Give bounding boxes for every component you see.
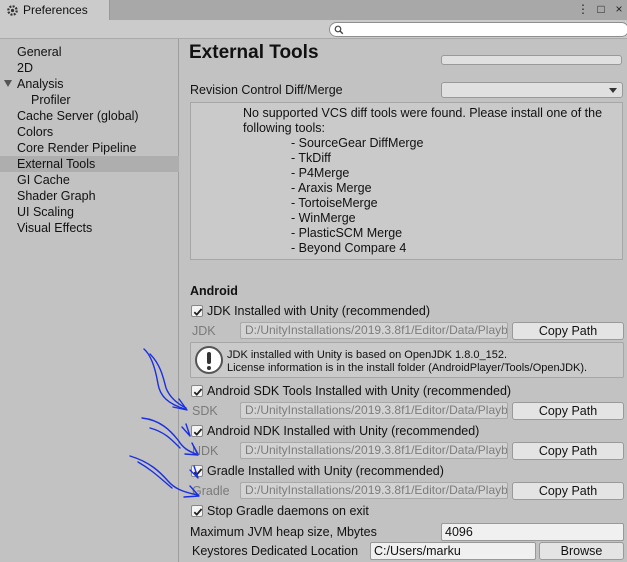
vcs-message-line: following tools: <box>243 121 325 135</box>
window-controls: ⋮ □ × <box>577 2 625 16</box>
ndk-checkbox-label: Android NDK Installed with Unity (recomm… <box>207 424 480 438</box>
vcs-tool-item: - P4Merge <box>291 166 350 180</box>
gradle-label: Gradle <box>192 484 230 498</box>
close-icon[interactable]: × <box>613 2 625 16</box>
jdk-path-field[interactable]: D:/UnityInstallations/2019.3.8f1/Editor/… <box>240 322 508 339</box>
chevron-down-icon <box>609 88 617 93</box>
checkmark-icon <box>193 308 203 316</box>
keystore-location-input[interactable]: C:/Users/marku <box>370 542 536 560</box>
sidebar-item-colors[interactable]: Colors <box>0 124 179 140</box>
gradle-checkbox-label: Gradle Installed with Unity (recommended… <box>207 464 444 478</box>
jdk-info-box: JDK installed with Unity is based on Ope… <box>190 342 624 378</box>
ndk-label: NDK <box>192 444 219 458</box>
vcs-message-line: No supported VCS diff tools were found. … <box>243 106 603 120</box>
jdk-label: JDK <box>192 324 216 338</box>
revision-control-dropdown[interactable] <box>441 82 623 98</box>
android-section-header: Android <box>190 284 238 298</box>
gradle-copy-path-button[interactable]: Copy Path <box>512 482 624 500</box>
sidebar-item-core-render-pipeline[interactable]: Core Render Pipeline <box>0 140 179 156</box>
sidebar-item-analysis[interactable]: Analysis <box>0 76 179 92</box>
tab-title: Preferences <box>23 3 88 17</box>
heap-size-input[interactable]: 4096 <box>441 523 624 541</box>
sidebar-item-visual-effects[interactable]: Visual Effects <box>0 220 179 236</box>
sdk-copy-path-button[interactable]: Copy Path <box>512 402 624 420</box>
expand-triangle-icon[interactable] <box>4 80 12 87</box>
gradle-path-field[interactable]: D:/UnityInstallations/2019.3.8f1/Editor/… <box>240 482 508 499</box>
heap-size-label: Maximum JVM heap size, Mbytes <box>190 525 377 539</box>
preferences-tab[interactable]: Preferences <box>0 0 110 20</box>
keystore-location-label: Keystores Dedicated Location <box>192 544 359 558</box>
more-options-icon[interactable]: ⋮ <box>577 2 589 16</box>
stop-gradle-label: Stop Gradle daemons on exit <box>207 504 369 518</box>
sidebar-item-cache-server[interactable]: Cache Server (global) <box>0 108 179 124</box>
sidebar-item-gi-cache[interactable]: GI Cache <box>0 172 179 188</box>
jdk-checkbox[interactable] <box>191 305 203 317</box>
main-panel: External Tools Revision Control Diff/Mer… <box>180 39 627 562</box>
search-strip <box>0 20 627 39</box>
vcs-tool-item: - Beyond Compare 4 <box>291 241 407 255</box>
jdk-copy-path-button[interactable]: Copy Path <box>512 322 624 340</box>
revision-control-label: Revision Control Diff/Merge <box>190 83 343 97</box>
sidebar: General 2D Analysis Profiler Cache Serve… <box>0 39 179 562</box>
ndk-copy-path-button[interactable]: Copy Path <box>512 442 624 460</box>
vcs-tool-item: - TkDiff <box>291 151 331 165</box>
sidebar-item-profiler[interactable]: Profiler <box>0 92 179 108</box>
keystore-browse-button[interactable]: Browse <box>539 542 624 560</box>
sidebar-item-ui-scaling[interactable]: UI Scaling <box>0 204 179 220</box>
search-icon <box>334 25 344 35</box>
vcs-message-box: No supported VCS diff tools were found. … <box>190 102 623 260</box>
info-line: License information is in the install fo… <box>227 362 588 374</box>
sidebar-item-general[interactable]: General <box>0 44 179 60</box>
checkmark-icon <box>193 428 203 436</box>
stop-gradle-checkbox[interactable] <box>191 505 203 517</box>
jdk-checkbox-label: JDK Installed with Unity (recommended) <box>207 304 430 318</box>
page-title: External Tools <box>189 42 319 63</box>
info-line: JDK installed with Unity is based on Ope… <box>227 349 508 361</box>
warning-icon <box>195 346 223 374</box>
sdk-checkbox-label: Android SDK Tools Installed with Unity (… <box>207 384 512 398</box>
title-bar: Preferences ⋮ □ × <box>0 0 627 20</box>
sidebar-item-shader-graph[interactable]: Shader Graph <box>0 188 179 204</box>
vcs-tool-item: - TortoiseMerge <box>291 196 378 210</box>
maximize-icon[interactable]: □ <box>595 2 607 16</box>
ndk-checkbox[interactable] <box>191 425 203 437</box>
ndk-path-field[interactable]: D:/UnityInstallations/2019.3.8f1/Editor/… <box>240 442 508 459</box>
gradle-checkbox[interactable] <box>191 465 203 477</box>
vcs-tool-item: - SourceGear DiffMerge <box>291 136 424 150</box>
checkmark-icon <box>193 388 203 396</box>
gear-icon <box>6 4 19 17</box>
sdk-checkbox[interactable] <box>191 385 203 397</box>
checkmark-icon <box>193 468 203 476</box>
sidebar-item-2d[interactable]: 2D <box>0 60 179 76</box>
checkmark-icon <box>193 508 203 516</box>
sdk-label: SDK <box>192 404 218 418</box>
vcs-tool-item: - Araxis Merge <box>291 181 372 195</box>
search-input[interactable] <box>329 22 627 37</box>
hidden-dropdown[interactable] <box>441 55 622 65</box>
vcs-tool-item: - PlasticSCM Merge <box>291 226 403 240</box>
sdk-path-field[interactable]: D:/UnityInstallations/2019.3.8f1/Editor/… <box>240 402 508 419</box>
sidebar-item-external-tools[interactable]: External Tools <box>0 156 179 172</box>
vcs-tool-item: - WinMerge <box>291 211 356 225</box>
